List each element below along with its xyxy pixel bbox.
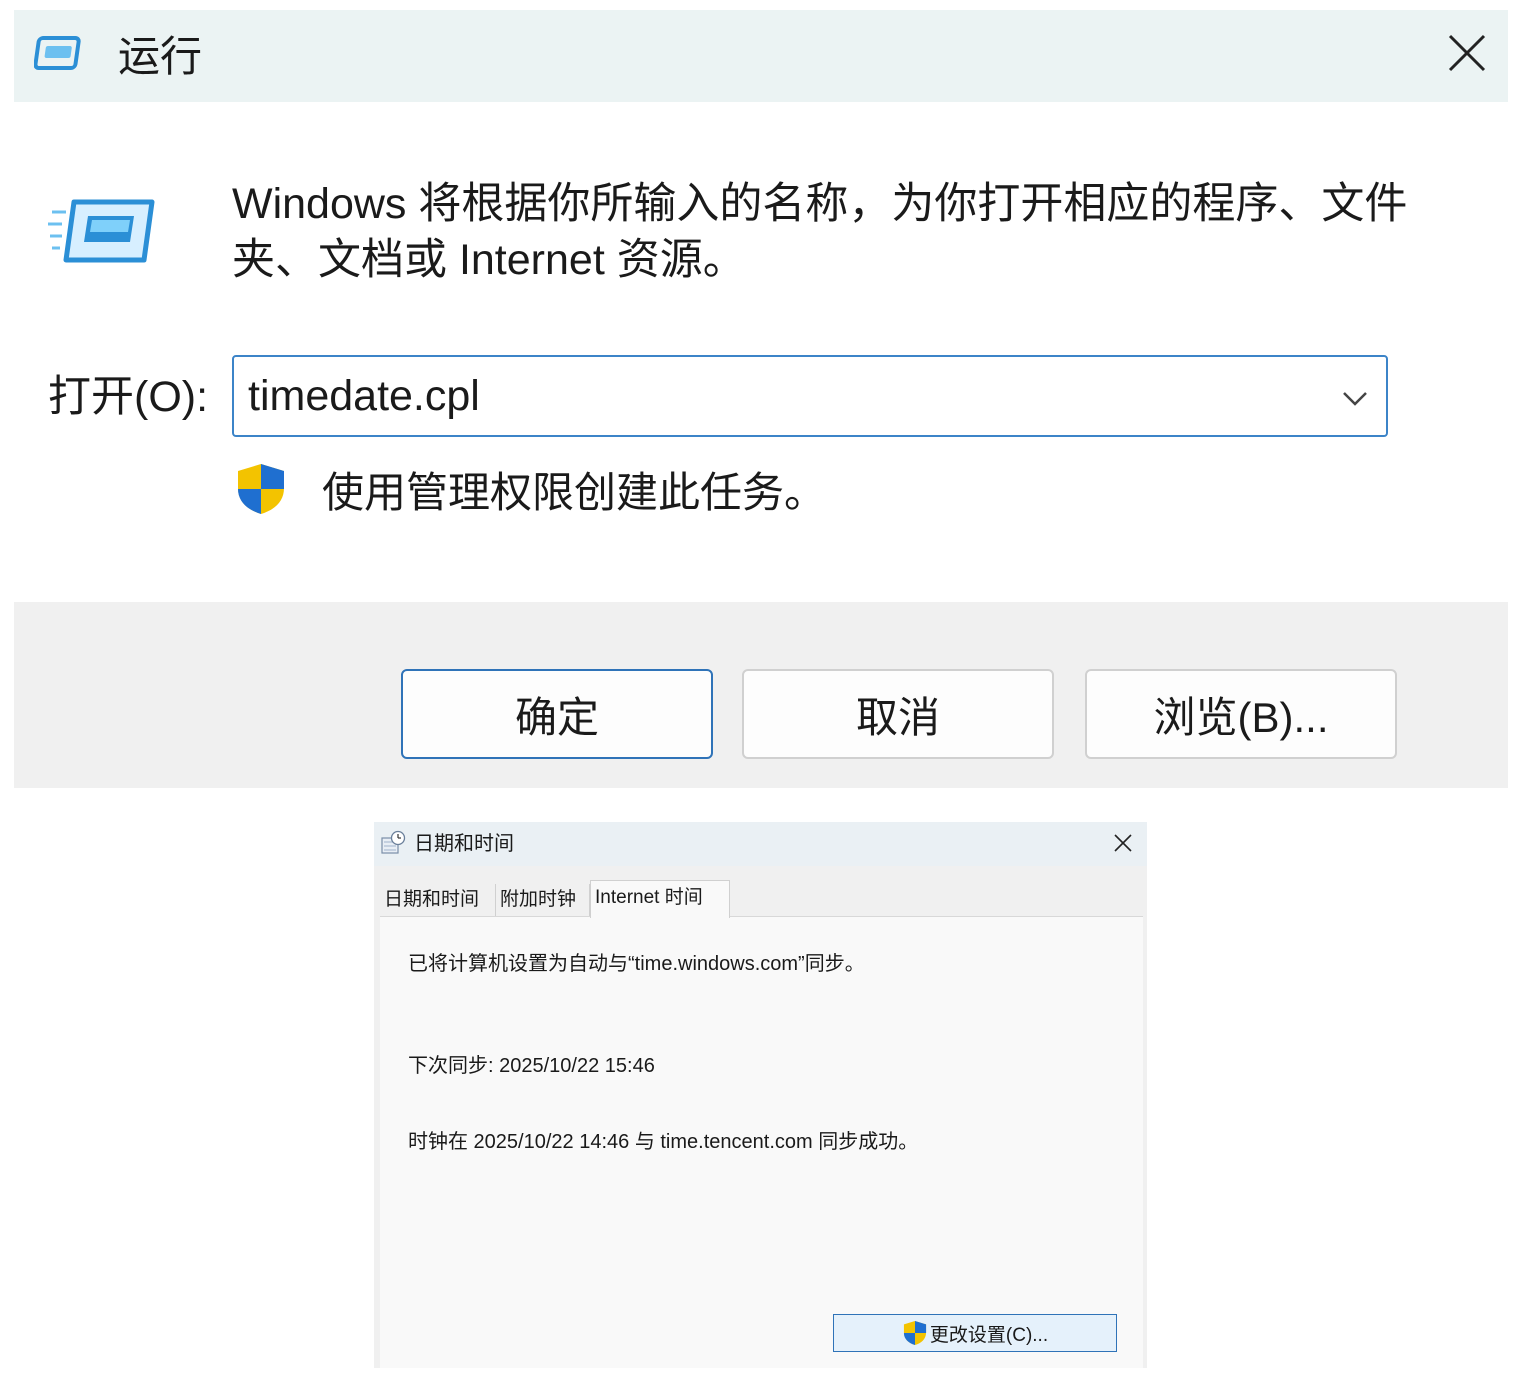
ok-button[interactable]: 确定 (401, 669, 713, 759)
sync-info: 已将计算机设置为自动与“time.windows.com”同步。 (408, 953, 865, 975)
run-title: 运行 (118, 33, 203, 80)
tab-additional-clocks[interactable]: 附加时钟 (496, 884, 590, 916)
run-description: Windows 将根据你所输入的名称，为你打开相应的程序、文件夹、文档或 Int… (232, 180, 1408, 284)
open-label: 打开(O): (48, 373, 209, 421)
next-sync: 下次同步: 2025/10/22 15:46 (408, 1055, 655, 1077)
run-app-icon (34, 36, 81, 70)
admin-note: 使用管理权限创建此任务。 (322, 469, 827, 516)
internet-time-panel: 已将计算机设置为自动与“time.windows.com”同步。 下次同步: 2… (380, 916, 1143, 1368)
run-body: Windows 将根据你所输入的名称，为你打开相应的程序、文件夹、文档或 Int… (14, 102, 1508, 602)
datetime-title-bar: 日期和时间 (374, 822, 1147, 866)
change-settings-button[interactable]: 更改设置(C)... (833, 1314, 1117, 1352)
tab-date-time[interactable]: 日期和时间 (380, 884, 496, 916)
last-sync: 时钟在 2025/10/22 14:46 与 time.tencent.com … (408, 1131, 919, 1153)
datetime-dialog: 日期和时间 日期和时间 附加时钟 Internet 时间 已将计算机设置为自动与… (374, 822, 1147, 1368)
close-icon[interactable] (1442, 28, 1492, 78)
open-input[interactable]: timedate.cpl (248, 371, 480, 421)
datetime-control-icon (381, 830, 406, 854)
close-icon[interactable] (1111, 831, 1135, 855)
tab-internet-time[interactable]: Internet 时间 (590, 880, 730, 918)
browse-button[interactable]: 浏览(B)... (1085, 669, 1397, 759)
run-footer: 确定 取消 浏览(B)... (14, 602, 1508, 788)
run-title-bar: 运行 (14, 10, 1508, 102)
chevron-down-icon[interactable] (1340, 383, 1370, 413)
uac-shield-icon (238, 464, 284, 514)
change-settings-label: 更改设置(C)... (929, 1324, 1049, 1346)
cancel-button[interactable]: 取消 (742, 669, 1054, 759)
uac-shield-icon (903, 1320, 926, 1346)
open-combobox[interactable]: timedate.cpl (232, 355, 1388, 437)
datetime-title: 日期和时间 (414, 833, 514, 855)
run-program-icon (48, 199, 155, 263)
